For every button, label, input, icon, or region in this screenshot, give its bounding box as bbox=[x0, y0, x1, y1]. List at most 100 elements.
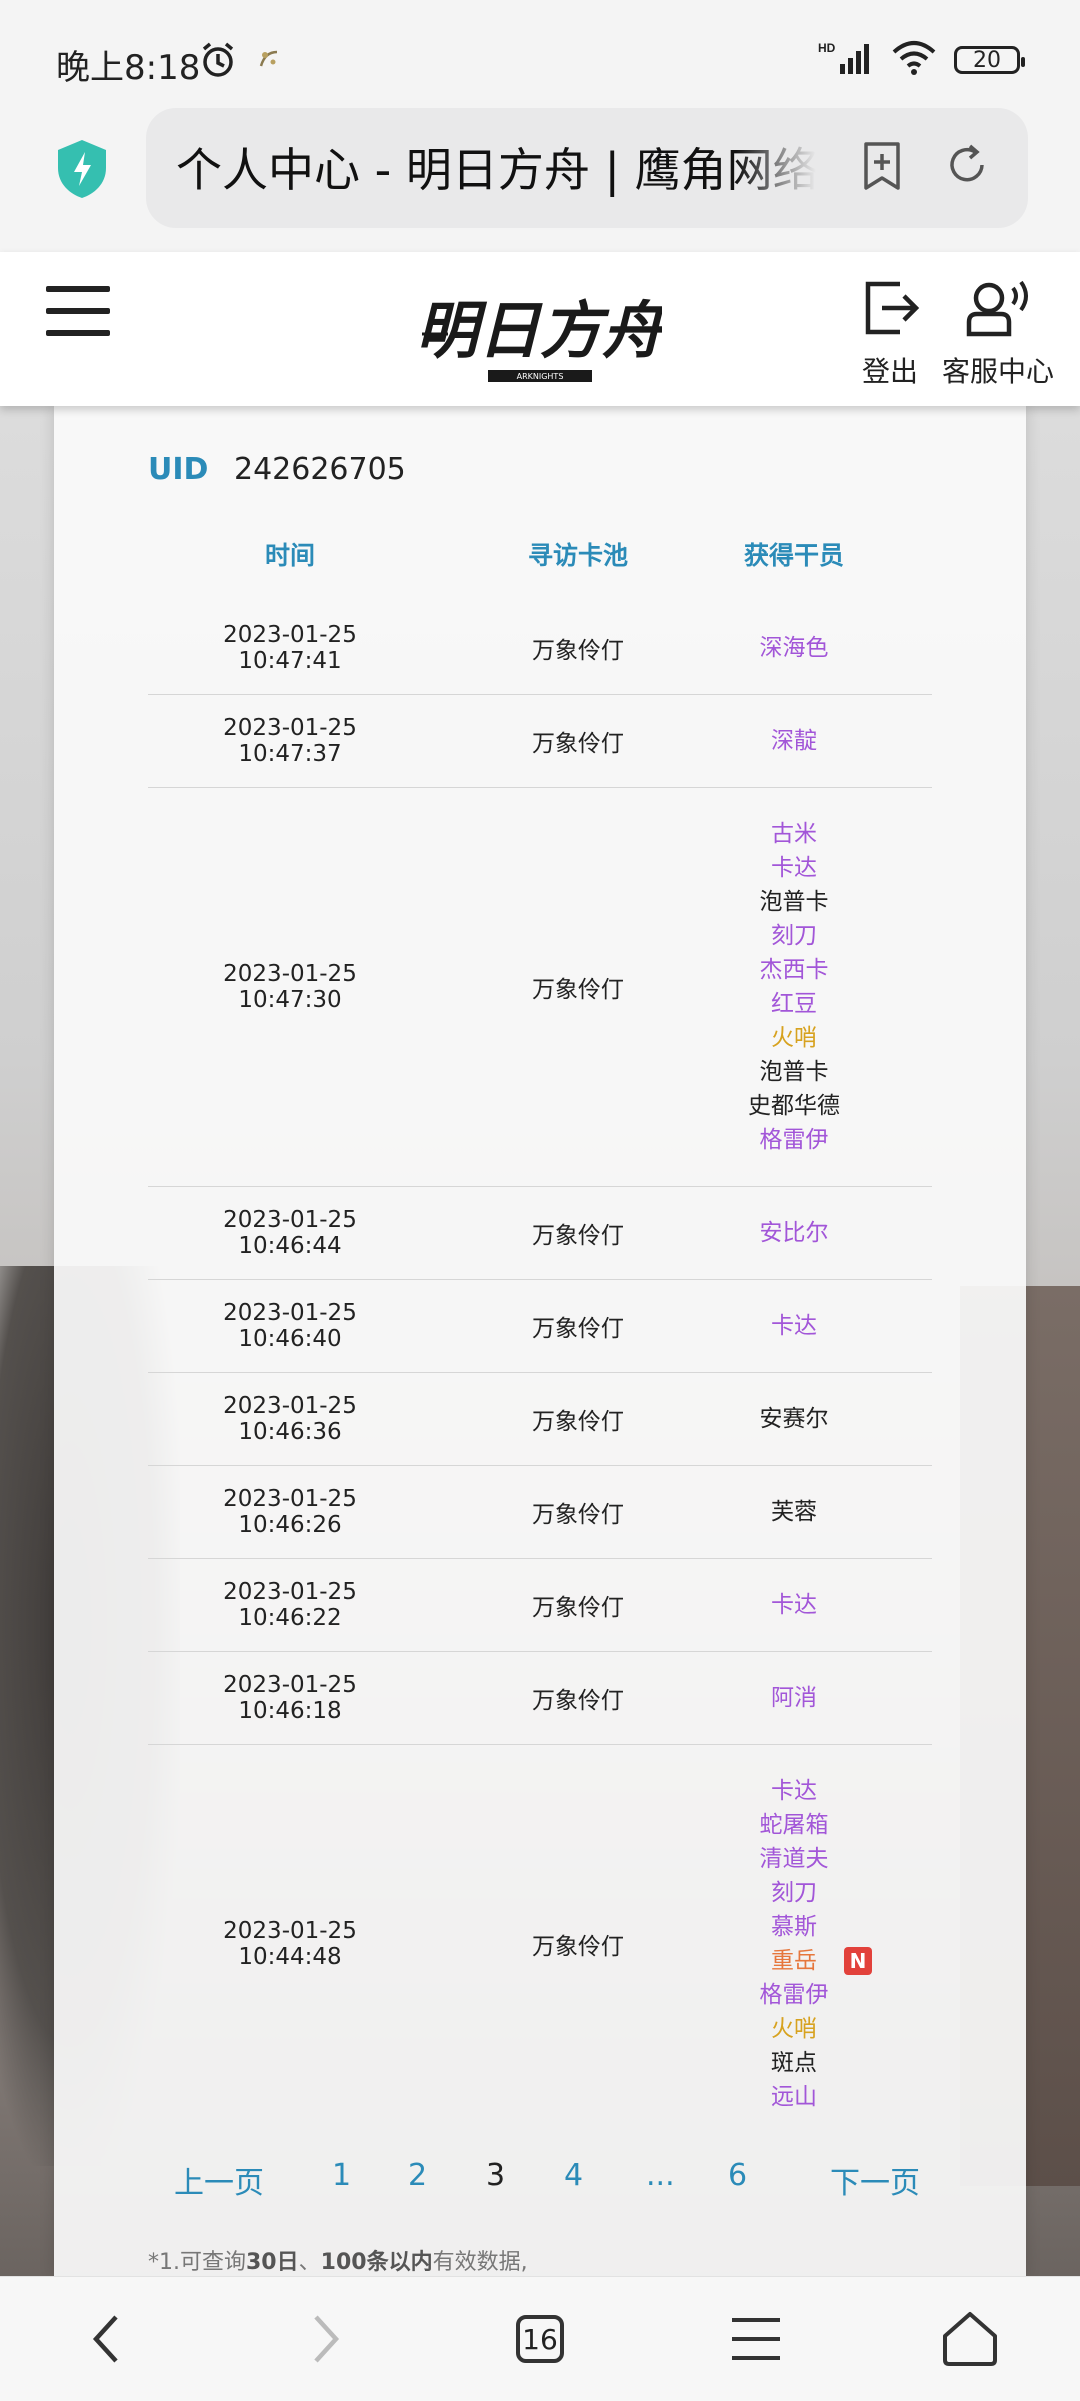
operator-label: 安赛尔 bbox=[759, 1406, 829, 1432]
browser-toolbar: 个人中心 - 明日方舟 | 鹰角网络 bbox=[0, 100, 1080, 252]
forward-button[interactable] bbox=[276, 2301, 376, 2377]
row-pool: 万象伶仃 bbox=[532, 1409, 624, 1435]
logout-icon bbox=[865, 281, 920, 335]
status-indicators: HD 20 bbox=[818, 40, 1025, 80]
row-time: 2023-01-25 10:47:41 bbox=[223, 622, 357, 674]
row-time: 2023-01-25 10:46:18 bbox=[223, 1672, 357, 1724]
arknights-logo[interactable]: 明日方舟 ARKNIGHTS bbox=[416, 274, 669, 394]
menu-icon[interactable] bbox=[46, 286, 110, 336]
note-days: 30日 bbox=[246, 2250, 299, 2275]
security-shield-icon[interactable] bbox=[54, 138, 110, 204]
refresh-icon[interactable] bbox=[942, 140, 992, 194]
row-operators: 古米 卡达 泡普卡 刻刀 杰西卡 红豆 火哨 泡普卡 史都华德 格雷伊 bbox=[704, 817, 884, 1157]
svg-text:ARKNIGHTS: ARKNIGHTS bbox=[517, 372, 564, 381]
operator-label: 卡达 bbox=[771, 1778, 817, 1804]
new-badge: N bbox=[844, 1947, 872, 1975]
operator-name: 蛇屠箱 bbox=[704, 1808, 884, 1842]
header-pool: 寻访卡池 bbox=[527, 541, 628, 570]
page-1-link[interactable]: 1 bbox=[332, 2158, 351, 2193]
uid-value: 242626705 bbox=[233, 452, 406, 487]
operator-label: 火哨 bbox=[771, 1025, 817, 1051]
page-title[interactable]: 个人中心 - 明日方舟 | 鹰角网络 bbox=[176, 134, 816, 200]
page-ellipsis: ... bbox=[646, 2158, 675, 2193]
home-button[interactable] bbox=[920, 2301, 1020, 2377]
operator-label: 泡普卡 bbox=[759, 889, 829, 915]
operator-label: 格雷伊 bbox=[759, 1982, 829, 2008]
operator-label: 卡达 bbox=[771, 1313, 817, 1339]
operator-label: 慕斯 bbox=[771, 1914, 817, 1940]
row-operators: 安赛尔 bbox=[704, 1402, 884, 1436]
back-button[interactable] bbox=[56, 2301, 156, 2377]
browser-bottom-nav: 16 bbox=[0, 2276, 1080, 2401]
operator-name: 深海色 bbox=[704, 631, 884, 665]
table-row: 2023-01-25 10:46:26 万象伶仃 芙蓉 bbox=[148, 1466, 932, 1559]
status-time: 晚上8:18 bbox=[56, 48, 201, 88]
customer-service-button[interactable]: 客服中心 bbox=[938, 278, 1058, 390]
operator-name: 泡普卡 bbox=[704, 885, 884, 919]
operator-name: 远山 bbox=[704, 2080, 884, 2114]
row-pool: 万象伶仃 bbox=[532, 977, 624, 1003]
tabs-count[interactable]: 16 bbox=[516, 2315, 564, 2363]
row-operators: 卡达 蛇屠箱 清道夫 刻刀 慕斯 重岳 N 格雷伊 火哨 斑点 远山 bbox=[704, 1774, 884, 2114]
header-time: 时间 bbox=[264, 541, 315, 570]
page-4-link[interactable]: 4 bbox=[564, 2158, 583, 2193]
row-pool: 万象伶仃 bbox=[532, 638, 624, 664]
table-row: 2023-01-25 10:46:18 万象伶仃 阿消 bbox=[148, 1652, 932, 1745]
logout-label[interactable]: 登出 bbox=[850, 350, 930, 390]
address-bar[interactable]: 个人中心 - 明日方舟 | 鹰角网络 bbox=[146, 108, 1028, 228]
operator-name: 史都华德 bbox=[704, 1089, 884, 1123]
prev-page-button[interactable]: 上一页 bbox=[174, 2158, 264, 2202]
table-row: 2023-01-25 10:46:40 万象伶仃 卡达 bbox=[148, 1280, 932, 1373]
operator-name: 刻刀 bbox=[704, 919, 884, 953]
row-time: 2023-01-25 10:47:37 bbox=[223, 715, 357, 767]
row-pool: 万象伶仃 bbox=[532, 1688, 624, 1714]
operator-label: 蛇屠箱 bbox=[759, 1812, 829, 1838]
add-bookmark-icon[interactable] bbox=[858, 140, 906, 196]
operator-label: 刻刀 bbox=[771, 1880, 817, 1906]
row-pool: 万象伶仃 bbox=[532, 1316, 624, 1342]
menu-button[interactable] bbox=[706, 2301, 806, 2377]
operator-label: 远山 bbox=[771, 2084, 817, 2110]
operator-label: 刻刀 bbox=[771, 923, 817, 949]
row-operators: 深海色 bbox=[704, 631, 884, 665]
row-pool: 万象伶仃 bbox=[532, 1223, 624, 1249]
operator-name: 格雷伊 bbox=[704, 1123, 884, 1157]
operator-label: 卡达 bbox=[771, 1592, 817, 1618]
pagination: 上一页 1 2 3 4 ... 6 下一页 bbox=[148, 2158, 932, 2208]
page-6-link[interactable]: 6 bbox=[728, 2158, 747, 2193]
note-prefix: *1.可查询 bbox=[148, 2250, 246, 2275]
operator-label: 火哨 bbox=[771, 2016, 817, 2042]
logout-button[interactable]: 登出 bbox=[850, 278, 930, 390]
table-row: 2023-01-25 10:47:30 万象伶仃 古米 卡达 泡普卡 刻刀 杰西卡 红豆 火哨泡… bbox=[148, 788, 932, 1187]
operator-label: 清道夫 bbox=[759, 1846, 829, 1872]
table-row: 2023-01-25 10:47:37 万象伶仃 深靛 bbox=[148, 695, 932, 788]
table-row: 2023-01-25 10:46:22 万象伶仃 卡达 bbox=[148, 1559, 932, 1652]
operator-name: 慕斯 bbox=[704, 1910, 884, 1944]
home-icon bbox=[943, 2312, 997, 2366]
note-limit: 100条以内 bbox=[320, 2250, 433, 2275]
header-operators: 获得干员 bbox=[743, 541, 844, 570]
tabs-button[interactable]: 16 bbox=[490, 2301, 590, 2377]
operator-name: 泡普卡 bbox=[704, 1055, 884, 1089]
forward-arrow-icon bbox=[314, 2315, 340, 2363]
next-page-button[interactable]: 下一页 bbox=[830, 2158, 920, 2202]
back-arrow-icon bbox=[92, 2315, 118, 2363]
customer-service-label[interactable]: 客服中心 bbox=[938, 350, 1058, 390]
signal-icon: HD bbox=[818, 40, 874, 80]
operator-name: 刻刀 bbox=[704, 1876, 884, 1910]
row-operators: 阿消 bbox=[704, 1681, 884, 1715]
table-row: 2023-01-25 10:47:41 万象伶仃 深海色 bbox=[148, 602, 932, 695]
operator-name: 格雷伊 bbox=[704, 1978, 884, 2012]
svg-text:明日方舟: 明日方舟 bbox=[418, 294, 662, 367]
menu-lines-icon bbox=[732, 2318, 780, 2360]
table-row: 2023-01-25 10:44:48 万象伶仃 卡达 蛇屠箱 清道夫 刻刀 慕斯 重岳 N 格雷… bbox=[148, 1745, 932, 2143]
operator-name: 卡达 bbox=[704, 1309, 884, 1343]
row-pool: 万象伶仃 bbox=[532, 1502, 624, 1528]
operator-label: 红豆 bbox=[771, 991, 817, 1017]
status-bar: 晚上8:18 HD 20 bbox=[0, 0, 1080, 100]
operator-label: 阿消 bbox=[771, 1685, 817, 1711]
operator-name: 火哨 bbox=[704, 1021, 884, 1055]
operator-name: 杰西卡 bbox=[704, 953, 884, 987]
operator-name: 深靛 bbox=[704, 724, 884, 758]
page-2-link[interactable]: 2 bbox=[408, 2158, 427, 2193]
